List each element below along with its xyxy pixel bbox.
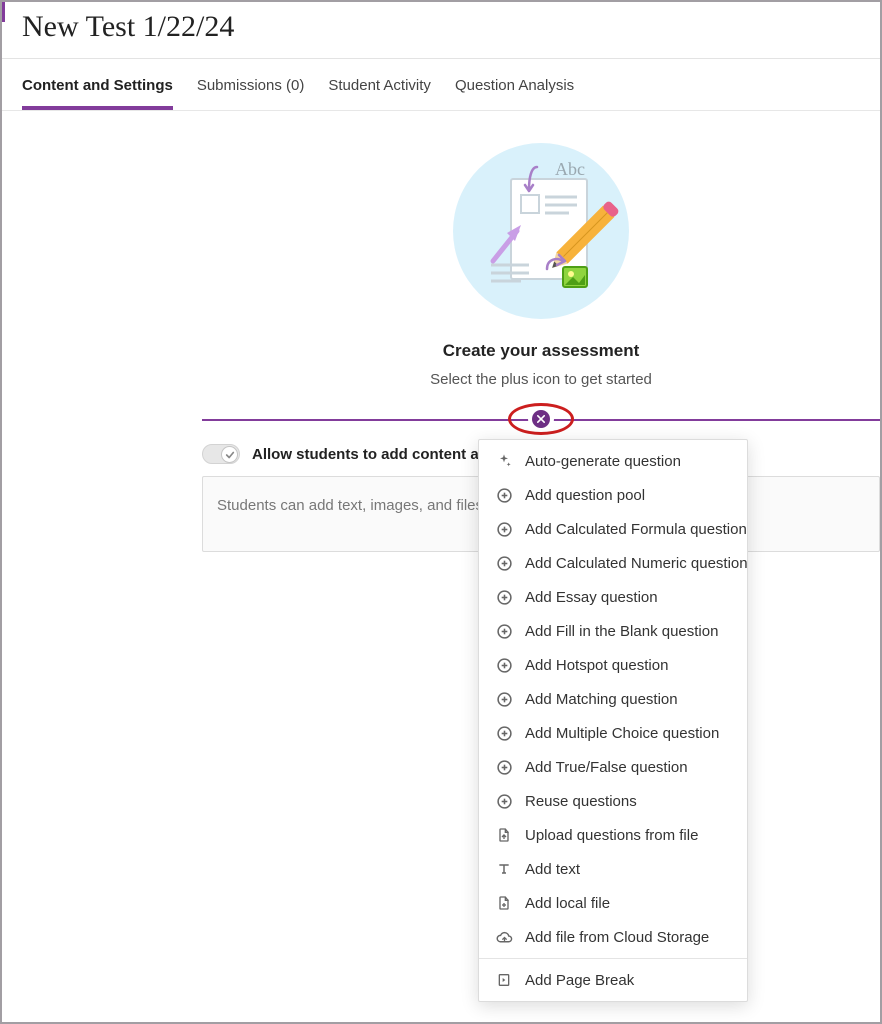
menu-item-add-file-from-cloud-storage[interactable]: Add file from Cloud Storage [479, 920, 747, 954]
plus-circle-icon [495, 724, 513, 742]
menu-item-add-calculated-formula-question[interactable]: Add Calculated Formula question [479, 512, 747, 546]
menu-item-add-text[interactable]: Add text [479, 852, 747, 886]
file-upload-icon [495, 826, 513, 844]
plus-circle-icon [495, 690, 513, 708]
menu-item-label: Add Matching question [525, 691, 678, 708]
menu-separator [479, 958, 747, 959]
plus-circle-icon [495, 486, 513, 504]
plus-circle-icon [495, 622, 513, 640]
plus-circle-icon [495, 656, 513, 674]
close-icon [537, 415, 545, 423]
menu-item-label: Add Calculated Formula question [525, 521, 747, 538]
menu-item-reuse-questions[interactable]: Reuse questions [479, 784, 747, 818]
empty-state-heading: Create your assessment [443, 341, 640, 361]
menu-item-label: Upload questions from file [525, 827, 698, 844]
tab-submissions[interactable]: Submissions (0) [197, 63, 305, 110]
menu-item-label: Add Page Break [525, 972, 634, 989]
title-divider [2, 58, 880, 59]
add-content-button[interactable] [532, 410, 550, 428]
menu-item-label: Add file from Cloud Storage [525, 929, 709, 946]
plus-circle-icon [495, 758, 513, 776]
file-plus-icon [495, 894, 513, 912]
sparkle-icon [495, 452, 513, 470]
empty-state-subtext: Select the plus icon to get started [430, 371, 652, 388]
menu-item-label: Add True/False question [525, 759, 688, 776]
menu-item-upload-questions-from-file[interactable]: Upload questions from file [479, 818, 747, 852]
menu-item-add-multiple-choice-question[interactable]: Add Multiple Choice question [479, 716, 747, 750]
menu-item-label: Auto-generate question [525, 453, 681, 470]
menu-item-add-matching-question[interactable]: Add Matching question [479, 682, 747, 716]
cloud-icon [495, 928, 513, 946]
text-icon [495, 860, 513, 878]
svg-text:Abc: Abc [555, 159, 585, 179]
menu-item-add-page-break[interactable]: Add Page Break [479, 963, 747, 997]
menu-item-label: Add Essay question [525, 589, 658, 606]
plus-circle-icon [495, 520, 513, 538]
tab-bar: Content and Settings Submissions (0) Stu… [2, 63, 880, 111]
tab-question-analysis[interactable]: Question Analysis [455, 63, 574, 110]
tab-student-activity[interactable]: Student Activity [328, 63, 431, 110]
allow-student-content-toggle[interactable] [202, 444, 240, 464]
menu-item-label: Add Fill in the Blank question [525, 623, 718, 640]
empty-state: Abc [326, 141, 756, 388]
menu-item-label: Add Calculated Numeric question [525, 555, 748, 572]
menu-item-label: Add Multiple Choice question [525, 725, 719, 742]
menu-item-add-essay-question[interactable]: Add Essay question [479, 580, 747, 614]
menu-item-auto-generate-question[interactable]: Auto-generate question [479, 444, 747, 478]
plus-circle-icon [495, 588, 513, 606]
content-area: Abc [2, 111, 880, 552]
menu-item-label: Add question pool [525, 487, 645, 504]
menu-item-add-fill-in-the-blank-question[interactable]: Add Fill in the Blank question [479, 614, 747, 648]
check-icon [225, 450, 235, 460]
add-content-divider [202, 410, 880, 428]
plus-circle-icon [495, 792, 513, 810]
page-title: New Test 1/22/24 [2, 2, 880, 58]
menu-item-add-local-file[interactable]: Add local file [479, 886, 747, 920]
add-content-menu: Auto-generate question Add question pool A… [478, 439, 748, 1002]
page-break-icon [495, 971, 513, 989]
menu-item-add-question-pool[interactable]: Add question pool [479, 478, 747, 512]
menu-item-label: Reuse questions [525, 793, 637, 810]
menu-item-label: Add text [525, 861, 580, 878]
menu-item-label: Add local file [525, 895, 610, 912]
toggle-knob [221, 446, 238, 463]
tab-content-and-settings[interactable]: Content and Settings [22, 63, 173, 110]
assessment-illustration: Abc [451, 141, 631, 321]
menu-item-add-hotspot-question[interactable]: Add Hotspot question [479, 648, 747, 682]
plus-circle-icon [495, 554, 513, 572]
menu-item-label: Add Hotspot question [525, 657, 668, 674]
left-accent-bar [2, 2, 5, 22]
menu-item-add-true-false-question[interactable]: Add True/False question [479, 750, 747, 784]
menu-item-add-calculated-numeric-question[interactable]: Add Calculated Numeric question [479, 546, 747, 580]
